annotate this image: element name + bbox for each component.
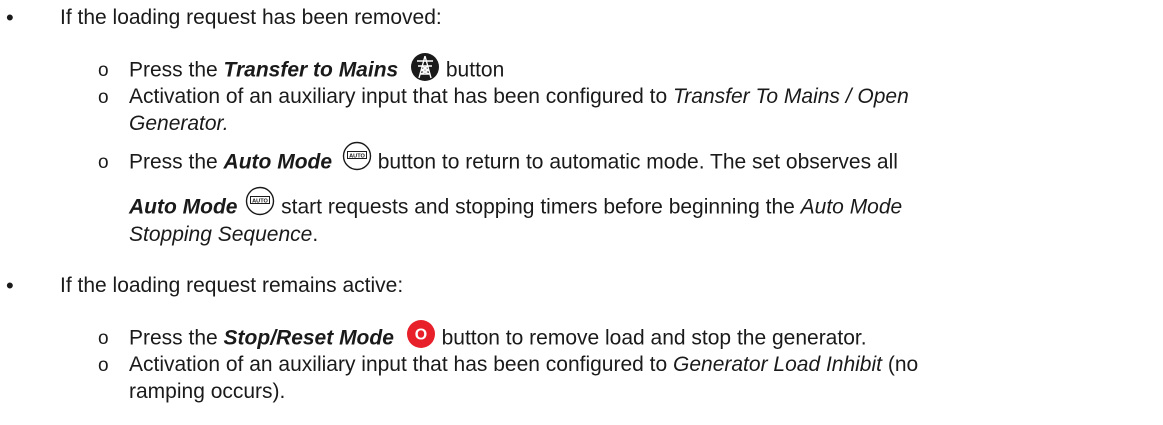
svg-text:O: O xyxy=(415,327,427,344)
sub-marker: o xyxy=(98,328,109,349)
item-text: button to return to automatic mode. The … xyxy=(371,150,898,174)
transfer-to-mains-label: Transfer to Mains xyxy=(223,58,399,82)
list-item-auto-mode-cont: Auto Mode AUTO start requests and stoppi… xyxy=(129,186,903,223)
item-text: start requests and stopping timers befor… xyxy=(275,195,801,219)
item-text: ramping occurs). xyxy=(129,380,286,403)
sub-marker: o xyxy=(98,152,109,173)
list-item-load-inhibit-cont: ramping occurs). xyxy=(129,378,285,406)
item-italic-text: Transfer To Mains / Open xyxy=(673,85,909,108)
auto-mode-label: Auto Mode xyxy=(223,150,333,174)
list-item-transfer-to-mains: Press the Transfer to Mains button xyxy=(129,53,505,86)
list-item-auto-mode: Press the Auto Mode AUTO button to retur… xyxy=(129,141,898,178)
list-item-load-inhibit: Activation of an auxiliary input that ha… xyxy=(129,351,918,379)
heading-loading-removed: If the loading request has been removed: xyxy=(60,4,442,32)
item-text: (no xyxy=(882,353,919,376)
list-item-stop-reset: Press the Stop/Reset Mode O button to re… xyxy=(129,320,867,354)
heading-text: If the loading request remains active: xyxy=(60,274,404,297)
item-italic-text: Stopping Sequence xyxy=(129,223,313,246)
stop-reset-label: Stop/Reset Mode xyxy=(223,326,394,350)
heading-text: If the loading request has been removed: xyxy=(60,6,442,29)
item-text: button to remove load and stop the gener… xyxy=(435,326,867,350)
svg-text:AUTO: AUTO xyxy=(349,153,365,159)
item-text: Activation of an auxiliary input that ha… xyxy=(129,353,674,376)
sub-marker: o xyxy=(98,87,109,108)
bullet-1: • xyxy=(6,5,14,30)
svg-text:AUTO: AUTO xyxy=(252,198,268,204)
item-text: Press the xyxy=(129,150,224,174)
item-text: button xyxy=(440,58,505,82)
item-text: Press the xyxy=(129,326,224,350)
auto-mode-icon: AUTO xyxy=(245,186,275,216)
stop-reset-icon: O xyxy=(406,319,436,349)
transmission-tower-icon xyxy=(410,52,440,82)
item-italic-text: Generator Load Inhibit xyxy=(673,353,882,376)
item-text: Activation of an auxiliary input that ha… xyxy=(129,85,674,108)
heading-loading-active: If the loading request remains active: xyxy=(60,272,403,300)
auto-mode-icon: AUTO xyxy=(342,141,372,171)
item-text: Press the xyxy=(129,58,224,82)
sub-marker: o xyxy=(98,60,109,81)
list-item-activation-transfer-cont: Generator. xyxy=(129,110,229,138)
auto-mode-label: Auto Mode xyxy=(129,195,238,219)
item-italic-text: Auto Mode xyxy=(800,195,903,219)
bullet-2: • xyxy=(6,273,14,298)
list-item-activation-transfer: Activation of an auxiliary input that ha… xyxy=(129,83,909,111)
sub-marker: o xyxy=(98,355,109,376)
list-item-auto-mode-cont2: Stopping Sequence. xyxy=(129,221,318,249)
item-italic-text: Generator. xyxy=(129,112,229,135)
item-text: . xyxy=(312,223,319,246)
